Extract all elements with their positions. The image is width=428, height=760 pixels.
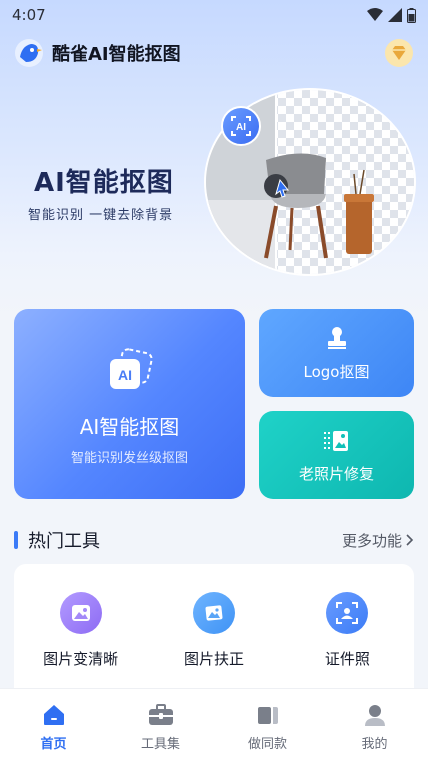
ai-cutout-icon-label: AI [118,367,132,383]
vip-diamond-icon[interactable] [384,38,414,68]
profile-icon [364,705,385,726]
tab-same-style-label: 做同款 [247,737,287,752]
tab-profile-label: 我的 [361,737,388,752]
ai-cutout-card-title: AI智能抠图 [79,415,180,439]
tool-image-enhance[interactable]: 图片变清晰 [14,564,147,688]
tab-home-label: 首页 [40,737,67,752]
hot-tools-header: 热门工具 更多功能 [14,528,414,552]
status-time: 4:07 [12,6,46,24]
app-logo-icon [15,39,43,67]
logo-cutout-card[interactable]: Logo抠图 [259,309,414,397]
hot-tools-panel: 图片变清晰 图片扶正 证件照 [14,564,414,688]
photo-repair-icon [324,431,348,451]
logo-cutout-card-title: Logo抠图 [303,363,370,381]
toolbox-icon [148,704,173,725]
wifi-icon [367,8,383,21]
more-features-link[interactable]: 更多功能 [342,530,414,551]
ai-cutout-card-subtitle: 智能识别发丝级抠图 [70,451,188,466]
more-features-label: 更多功能 [341,531,402,550]
tool-id-photo[interactable]: 证件照 [281,564,414,688]
tool-id-photo-label: 证件照 [324,650,370,668]
tab-profile[interactable]: 我的 [321,689,428,760]
ai-cutout-card[interactable]: AI AI智能抠图 智能识别发丝级抠图 [14,309,245,499]
tab-toolbox[interactable]: 工具集 [107,689,214,760]
old-photo-repair-card-title: 老照片修复 [298,465,374,483]
tool-image-straighten-label: 图片扶正 [183,650,244,668]
app-title: 酷雀AI智能抠图 [52,44,181,65]
home-icon [43,705,64,725]
signal-icon [388,8,402,22]
image-straighten-icon [192,592,235,634]
hero-title: AI智能抠图 [34,168,174,198]
template-icon [257,707,278,724]
section-accent-bar [14,531,18,549]
hero-subtitle: 智能识别 一键去除背景 [28,208,174,223]
ai-cutout-icon: AI [110,348,153,389]
status-bar: 4:07 [0,0,428,30]
chevron-right-icon [406,534,414,546]
old-photo-repair-card[interactable]: 老照片修复 [259,411,414,499]
tab-same-style[interactable]: 做同款 [214,689,321,760]
tab-home[interactable]: 首页 [0,689,107,760]
battery-icon [407,7,416,23]
tab-toolbox-label: 工具集 [140,737,180,752]
image-enhance-icon [59,592,102,634]
app-header: 酷雀AI智能抠图 [14,38,181,68]
tool-image-enhance-label: 图片变清晰 [43,650,119,668]
stamp-icon [328,327,346,349]
tool-image-straighten[interactable]: 图片扶正 [147,564,280,688]
id-photo-icon [326,592,369,634]
bottom-tab-bar: 首页 工具集 做同款 我的 [0,688,428,760]
ai-badge-icon: AI [221,106,261,146]
hot-tools-title: 热门工具 [28,531,100,552]
ai-badge-label: AI [236,122,246,133]
